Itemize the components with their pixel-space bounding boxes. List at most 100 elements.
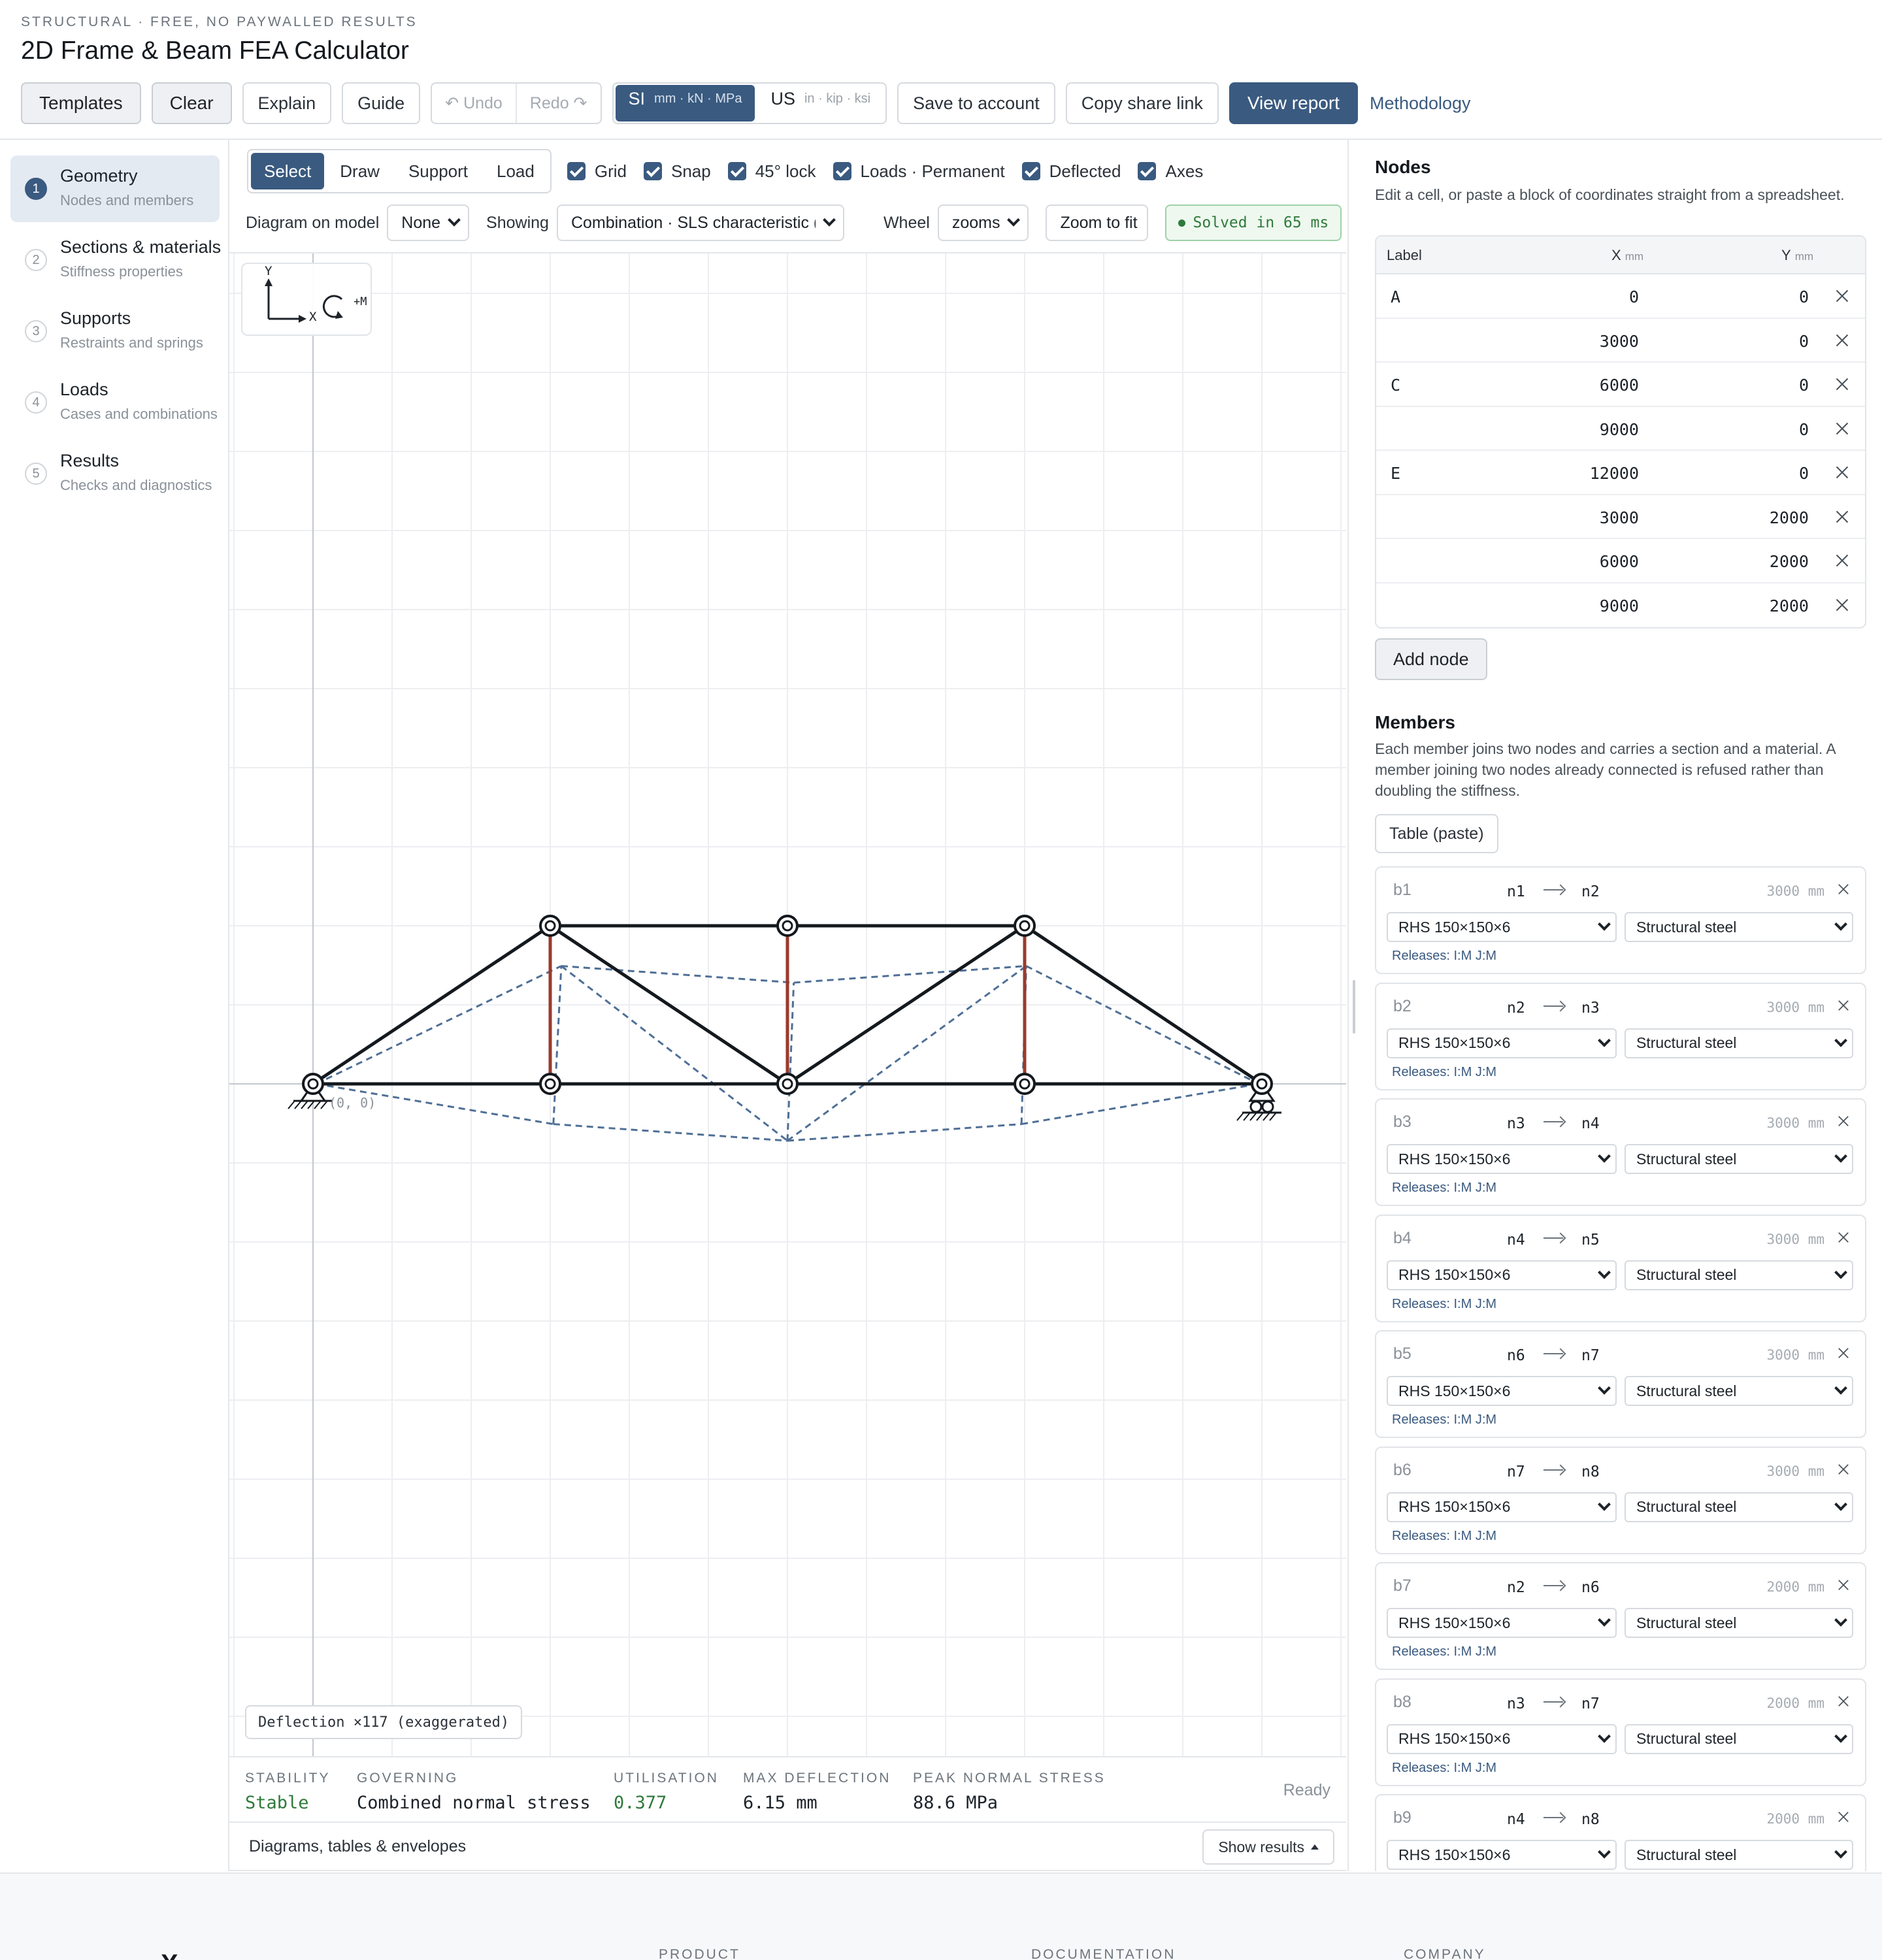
node-y-cell[interactable]: 0 bbox=[1799, 332, 1809, 351]
zoom-to-fit-button[interactable]: Zoom to fit bbox=[1046, 204, 1148, 241]
templates-button[interactable]: Templates bbox=[21, 82, 141, 124]
delete-node-icon[interactable] bbox=[1835, 553, 1849, 568]
node-y-cell[interactable]: 0 bbox=[1799, 464, 1809, 483]
member-releases[interactable]: Releases: I:M J:M bbox=[1392, 1181, 1496, 1196]
section-select[interactable]: RHS 150×150×6 bbox=[1387, 1840, 1617, 1870]
member-start-node[interactable]: n3 bbox=[1507, 1115, 1525, 1132]
node-x-cell[interactable]: 9000 bbox=[1600, 596, 1639, 615]
node-y-cell[interactable]: 0 bbox=[1799, 420, 1809, 439]
member-releases[interactable]: Releases: I:M J:M bbox=[1392, 949, 1496, 964]
member-start-node[interactable]: n7 bbox=[1507, 1463, 1525, 1480]
material-select[interactable]: Structural steel bbox=[1625, 1723, 1853, 1754]
member-end-node[interactable]: n2 bbox=[1581, 883, 1600, 900]
member-start-node[interactable]: n2 bbox=[1507, 1579, 1525, 1596]
axes-toggle[interactable]: Axes bbox=[1138, 161, 1203, 182]
unit-us-option[interactable]: US in · kip · ksi bbox=[757, 85, 883, 122]
loads-toggle[interactable]: Loads · Permanent bbox=[833, 161, 1005, 182]
member-id[interactable]: b8 bbox=[1393, 1693, 1412, 1712]
node-y-cell[interactable]: 0 bbox=[1799, 287, 1809, 306]
delete-member-icon[interactable] bbox=[1838, 1463, 1850, 1475]
delete-member-icon[interactable] bbox=[1838, 999, 1850, 1011]
step-results[interactable]: 5 Results Checks and diagnostics bbox=[10, 440, 220, 507]
member-end-node[interactable]: n8 bbox=[1581, 1811, 1600, 1828]
node-x-cell[interactable]: 6000 bbox=[1600, 376, 1639, 395]
delete-node-icon[interactable] bbox=[1835, 421, 1849, 436]
member-end-node[interactable]: n7 bbox=[1581, 1695, 1600, 1712]
node-y-cell[interactable]: 2000 bbox=[1770, 508, 1809, 527]
section-select[interactable]: RHS 150×150×6 bbox=[1387, 1144, 1617, 1174]
delete-member-icon[interactable] bbox=[1838, 1115, 1850, 1128]
panel-resize-handle[interactable] bbox=[1353, 980, 1355, 1034]
delete-member-icon[interactable] bbox=[1838, 1695, 1850, 1707]
methodology-link[interactable]: Methodology bbox=[1368, 82, 1472, 124]
node-y-cell[interactable]: 0 bbox=[1799, 376, 1809, 395]
node-x-cell[interactable]: 0 bbox=[1629, 287, 1639, 306]
member-end-node[interactable]: n7 bbox=[1581, 1347, 1600, 1364]
node-y-cell[interactable]: 2000 bbox=[1770, 596, 1809, 615]
section-select[interactable]: RHS 150×150×6 bbox=[1387, 1723, 1617, 1754]
member-releases[interactable]: Releases: I:M J:M bbox=[1392, 1644, 1496, 1659]
node-label-cell[interactable]: C bbox=[1391, 376, 1400, 395]
node-x-cell[interactable]: 9000 bbox=[1600, 420, 1639, 439]
member-releases[interactable]: Releases: I:M J:M bbox=[1392, 1297, 1496, 1312]
member-end-node[interactable]: n8 bbox=[1581, 1463, 1600, 1480]
delete-member-icon[interactable] bbox=[1838, 1347, 1850, 1360]
member-start-node[interactable]: n4 bbox=[1507, 1232, 1525, 1249]
snap-toggle[interactable]: Snap bbox=[643, 161, 711, 182]
member-start-node[interactable]: n2 bbox=[1507, 1000, 1525, 1017]
delete-node-icon[interactable] bbox=[1835, 598, 1849, 612]
show-results-button[interactable]: Show results bbox=[1202, 1829, 1334, 1865]
undo-button[interactable]: ↶ Undo bbox=[432, 84, 516, 123]
member-id[interactable]: b7 bbox=[1393, 1576, 1412, 1595]
member-releases[interactable]: Releases: I:M J:M bbox=[1392, 1065, 1496, 1080]
footer-logo[interactable]: X bbox=[161, 1950, 178, 1960]
delete-member-icon[interactable] bbox=[1838, 1231, 1850, 1243]
material-select[interactable]: Structural steel bbox=[1625, 1608, 1853, 1638]
section-select[interactable]: RHS 150×150×6 bbox=[1387, 1028, 1617, 1058]
deflected-toggle[interactable]: Deflected bbox=[1021, 161, 1121, 182]
explain-button[interactable]: Explain bbox=[242, 82, 332, 124]
member-id[interactable]: b3 bbox=[1393, 1113, 1412, 1132]
section-select[interactable]: RHS 150×150×6 bbox=[1387, 1260, 1617, 1290]
member-id[interactable]: b2 bbox=[1393, 997, 1412, 1016]
node-x-cell[interactable]: 3000 bbox=[1600, 332, 1639, 351]
section-select[interactable]: RHS 150×150×6 bbox=[1387, 1492, 1617, 1522]
member-id[interactable]: b6 bbox=[1393, 1461, 1412, 1480]
redo-button[interactable]: Redo ↷ bbox=[515, 84, 601, 123]
member-start-node[interactable]: n3 bbox=[1507, 1695, 1525, 1712]
delete-member-icon[interactable] bbox=[1838, 1579, 1850, 1592]
node-x-cell[interactable]: 6000 bbox=[1600, 552, 1639, 571]
section-select[interactable]: RHS 150×150×6 bbox=[1387, 1376, 1617, 1406]
clear-button[interactable]: Clear bbox=[151, 82, 232, 124]
node-y-cell[interactable]: 2000 bbox=[1770, 552, 1809, 571]
member-releases[interactable]: Releases: I:M J:M bbox=[1392, 1529, 1496, 1544]
step-supports[interactable]: 3 Supports Restraints and springs bbox=[10, 298, 220, 365]
delete-member-icon[interactable] bbox=[1838, 883, 1850, 896]
member-releases[interactable]: Releases: I:M J:M bbox=[1392, 1761, 1496, 1776]
member-start-node[interactable]: n1 bbox=[1507, 883, 1525, 900]
delete-node-icon[interactable] bbox=[1835, 289, 1849, 303]
copy-share-link-button[interactable]: Copy share link bbox=[1065, 82, 1219, 124]
unit-si-option[interactable]: SI mm · kN · MPa bbox=[615, 85, 755, 122]
diagram-select[interactable]: None bbox=[387, 204, 470, 241]
node-label-cell[interactable]: E bbox=[1391, 464, 1400, 483]
save-to-account-button[interactable]: Save to account bbox=[897, 82, 1055, 124]
member-start-node[interactable]: n6 bbox=[1507, 1347, 1525, 1364]
step-loads[interactable]: 4 Loads Cases and combinations bbox=[10, 369, 220, 436]
mode-support-button[interactable]: Support bbox=[395, 153, 481, 189]
member-id[interactable]: b9 bbox=[1393, 1808, 1412, 1827]
mode-draw-button[interactable]: Draw bbox=[327, 153, 393, 189]
material-select[interactable]: Structural steel bbox=[1625, 1260, 1853, 1290]
wheel-select[interactable]: zooms bbox=[937, 204, 1029, 241]
material-select[interactable]: Structural steel bbox=[1625, 1028, 1853, 1058]
delete-member-icon[interactable] bbox=[1838, 1811, 1850, 1823]
member-end-node[interactable]: n3 bbox=[1581, 1000, 1600, 1017]
delete-node-icon[interactable] bbox=[1835, 377, 1849, 391]
material-select[interactable]: Structural steel bbox=[1625, 1144, 1853, 1174]
model-drawing[interactable] bbox=[229, 253, 1346, 1756]
node-x-cell[interactable]: 3000 bbox=[1600, 508, 1639, 527]
delete-node-icon[interactable] bbox=[1835, 510, 1849, 524]
material-select[interactable]: Structural steel bbox=[1625, 1840, 1853, 1870]
model-canvas[interactable]: Y X +M (0, 0) Deflection ×117 (exaggerat… bbox=[229, 252, 1346, 1756]
node-label-cell[interactable]: A bbox=[1391, 287, 1400, 306]
